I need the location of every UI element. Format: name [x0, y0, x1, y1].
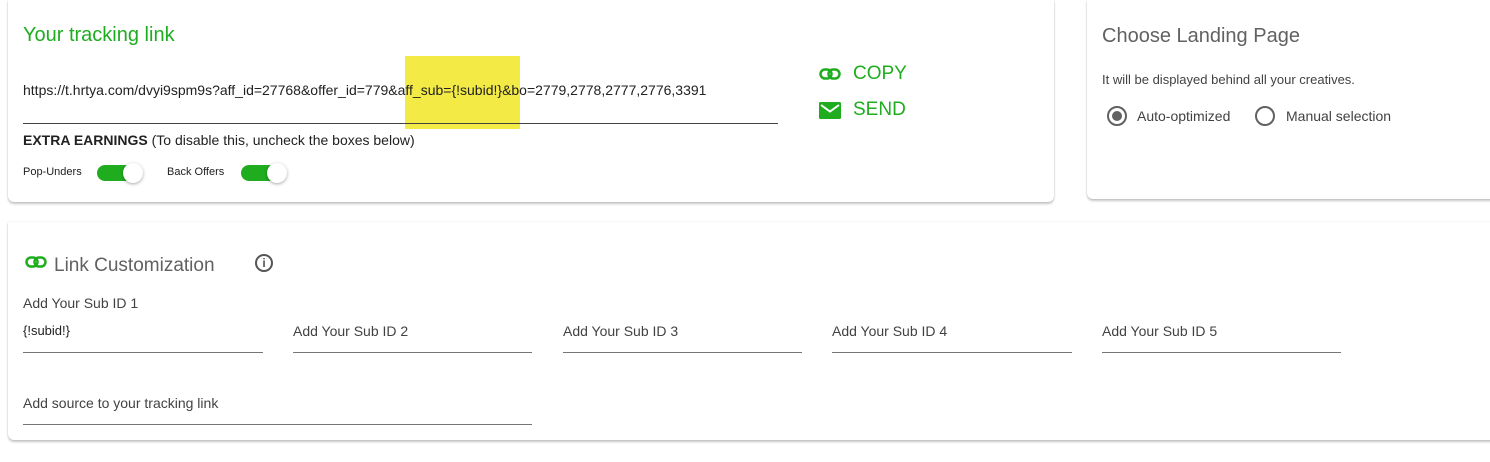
subid-4-input[interactable]: Add Your Sub ID 4	[832, 323, 947, 339]
back-offers-toggle[interactable]	[241, 163, 287, 183]
url-part-post: &bo=2779,2778,2777,2776,3391	[502, 82, 707, 98]
info-icon[interactable]: i	[255, 254, 273, 272]
subid-5-underline	[1102, 352, 1341, 353]
link-customization-title: Link Customization	[54, 255, 215, 276]
send-button-label: SEND	[853, 99, 906, 120]
subid-5-input[interactable]: Add Your Sub ID 5	[1102, 323, 1217, 339]
extra-earnings-heading: EXTRA EARNINGS	[23, 132, 148, 148]
toggle-knob	[267, 163, 287, 183]
source-input[interactable]: Add source to your tracking link	[23, 395, 218, 411]
url-part-subid: aff_sub={!subid!}	[397, 82, 503, 98]
pop-unders-toggle[interactable]	[97, 163, 143, 183]
extra-earnings-note: (To disable this, uncheck the boxes belo…	[147, 132, 415, 148]
subid-3-input[interactable]: Add Your Sub ID 3	[563, 323, 678, 339]
send-button[interactable]: SEND	[819, 99, 906, 121]
mail-icon	[819, 101, 841, 119]
link-customization-card: Link Customization i Add Your Sub ID 1 {…	[8, 222, 1490, 440]
subid-1-underline	[23, 352, 263, 353]
copy-button[interactable]: COPY	[819, 63, 907, 85]
url-part-pre: https://t.hrtya.com/dvyi9spm9s?aff_id=27…	[23, 82, 398, 98]
tracking-link-title: Your tracking link	[23, 24, 175, 46]
toggle-knob	[123, 163, 143, 183]
subid-3-underline	[563, 352, 802, 353]
copy-button-label: COPY	[853, 63, 907, 84]
landing-page-subtitle: It will be displayed behind all your cre…	[1102, 72, 1355, 87]
source-underline	[23, 424, 532, 425]
landing-page-card: Choose Landing Page It will be displayed…	[1087, 0, 1490, 199]
subid-1-input[interactable]: {!subid!}	[23, 323, 70, 338]
subid-2-input[interactable]: Add Your Sub ID 2	[293, 323, 408, 339]
toggle-label-back-offers: Back Offers	[167, 166, 225, 178]
subid-2-underline	[293, 352, 532, 353]
radio-label-auto-optimized: Auto-optimized	[1137, 108, 1231, 124]
extra-earnings-text: EXTRA EARNINGS (To disable this, uncheck…	[23, 132, 415, 148]
url-underline	[23, 123, 778, 124]
tracking-link-card: Your tracking link https://t.hrtya.com/d…	[8, 0, 1054, 202]
radio-label-manual-selection: Manual selection	[1286, 108, 1392, 124]
subid-4-underline	[832, 352, 1072, 353]
radio-manual-selection[interactable]	[1255, 106, 1275, 126]
toggle-label-pop-unders: Pop-Unders	[23, 166, 82, 178]
link-icon	[25, 256, 47, 268]
radio-auto-optimized[interactable]	[1107, 106, 1127, 126]
subid-1-label: Add Your Sub ID 1	[23, 295, 139, 311]
tracking-url-field[interactable]: https://t.hrtya.com/dvyi9spm9s?aff_id=27…	[23, 82, 706, 98]
landing-page-title: Choose Landing Page	[1102, 25, 1300, 47]
link-icon	[819, 68, 841, 80]
